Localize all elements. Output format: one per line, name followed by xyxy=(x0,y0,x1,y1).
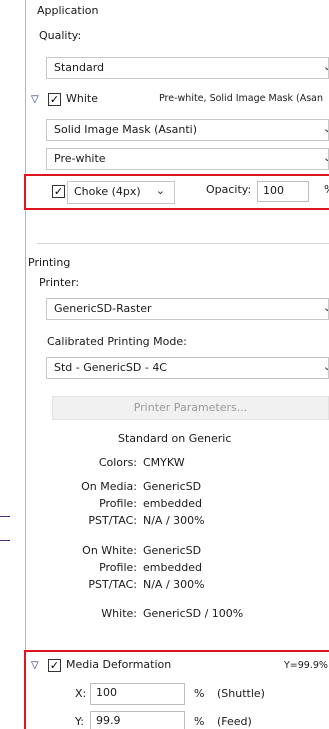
chevron-down-icon: ⌄ xyxy=(323,60,328,73)
pst-tac-label: PST/TAC: xyxy=(88,578,137,591)
choke-select[interactable]: Choke (4px) ⌄ xyxy=(67,181,175,204)
printing-mode-value: Std - GenericSD - 4C xyxy=(54,361,167,374)
printer-value: GenericSD-Raster xyxy=(54,302,152,315)
choke-checkbox[interactable]: ✓ xyxy=(52,185,65,198)
chevron-down-icon: ⌄ xyxy=(323,360,328,373)
white-mask-select[interactable]: Solid Image Mask (Asanti) ⌄ xyxy=(46,119,329,141)
margin-line xyxy=(0,540,10,541)
colors-value: CMYKW xyxy=(143,456,185,469)
white-info-value: GenericSD / 100% xyxy=(143,607,244,620)
printing-mode-select[interactable]: Std - GenericSD - 4C ⌄ xyxy=(46,357,329,379)
opacity-unit: % xyxy=(324,183,329,196)
white-info-label: White: xyxy=(101,607,137,620)
on-media-value: GenericSD xyxy=(143,480,202,493)
printing-mode-label: Calibrated Printing Mode: xyxy=(47,335,187,348)
x-unit: % xyxy=(194,687,205,700)
pst-tac-value: N/A / 300% xyxy=(143,578,205,591)
pst-tac-label: PST/TAC: xyxy=(88,514,137,527)
panel-border xyxy=(25,0,26,729)
chevron-down-icon: ⌄ xyxy=(323,301,328,314)
margin-line xyxy=(0,516,10,517)
colors-label: Colors: xyxy=(98,456,137,469)
on-white-label: On White: xyxy=(82,544,137,557)
profile-label: Profile: xyxy=(99,497,137,510)
printing-section-label: Printing xyxy=(28,256,71,269)
on-white-value: GenericSD xyxy=(143,544,202,557)
white-order-value: Pre-white xyxy=(54,152,106,165)
collapse-triangle-icon[interactable]: ▽ xyxy=(31,660,39,671)
y-unit: % xyxy=(194,715,205,728)
collapse-triangle-icon[interactable]: ▽ xyxy=(31,94,39,105)
pst-tac-value: N/A / 300% xyxy=(143,514,205,527)
choke-value: Choke (4px) xyxy=(74,185,141,198)
section-divider xyxy=(37,243,329,244)
printer-parameters-button[interactable]: Printer Parameters... xyxy=(52,396,329,420)
y-input[interactable]: 99.9 xyxy=(90,711,185,729)
white-order-select[interactable]: Pre-white ⌄ xyxy=(46,148,329,170)
y-note: (Feed) xyxy=(217,715,252,728)
printer-select[interactable]: GenericSD-Raster ⌄ xyxy=(46,298,329,320)
white-mask-value: Solid Image Mask (Asanti) xyxy=(54,123,197,136)
x-label: X: xyxy=(75,687,87,700)
chevron-down-icon: ⌄ xyxy=(323,151,328,164)
white-label: White xyxy=(66,92,98,105)
media-deformation-label: Media Deformation xyxy=(66,658,172,671)
media-deformation-summary: Y=99.9% xyxy=(284,660,328,671)
profile-value: embedded xyxy=(143,561,202,574)
profile-label: Profile: xyxy=(99,561,137,574)
quality-select[interactable]: Standard ⌄ xyxy=(46,57,329,79)
profile-value: embedded xyxy=(143,497,202,510)
on-media-label: On Media: xyxy=(81,480,137,493)
white-checkbox[interactable]: ✓ xyxy=(48,93,61,106)
quality-label: Quality: xyxy=(39,29,82,42)
white-summary: Pre-white, Solid Image Mask (Asan xyxy=(159,93,324,104)
info-heading: Standard on Generic xyxy=(118,432,232,445)
opacity-label: Opacity: xyxy=(206,183,252,196)
media-deformation-checkbox[interactable]: ✓ xyxy=(48,659,61,672)
opacity-input[interactable]: 100 xyxy=(257,181,309,202)
chevron-down-icon: ⌄ xyxy=(323,122,328,135)
quality-select-value: Standard xyxy=(54,61,105,74)
chevron-down-icon: ⌄ xyxy=(155,184,165,197)
printer-label: Printer: xyxy=(39,276,80,289)
x-input[interactable]: 100 xyxy=(90,683,185,705)
y-label: Y: xyxy=(75,715,84,728)
application-section-label: Application xyxy=(37,4,99,17)
x-note: (Shuttle) xyxy=(217,687,265,700)
